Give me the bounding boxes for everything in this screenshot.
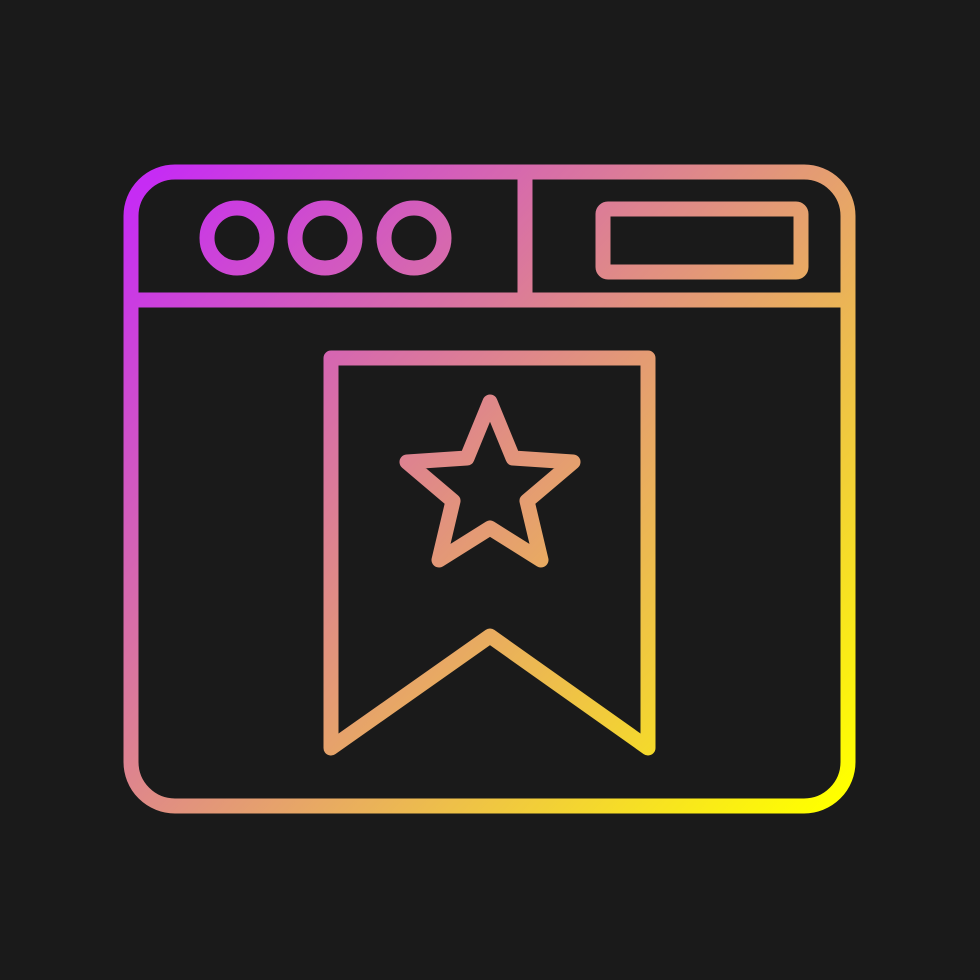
window-dot-icon bbox=[287, 200, 363, 276]
star-icon bbox=[399, 394, 581, 568]
window-control-dots-icon bbox=[199, 200, 452, 276]
window-dot-icon bbox=[199, 200, 275, 276]
browser-bookmark-icon bbox=[123, 164, 856, 814]
icon-canvas bbox=[0, 0, 980, 980]
window-dot-icon bbox=[376, 200, 452, 276]
address-bar-icon bbox=[595, 201, 809, 280]
